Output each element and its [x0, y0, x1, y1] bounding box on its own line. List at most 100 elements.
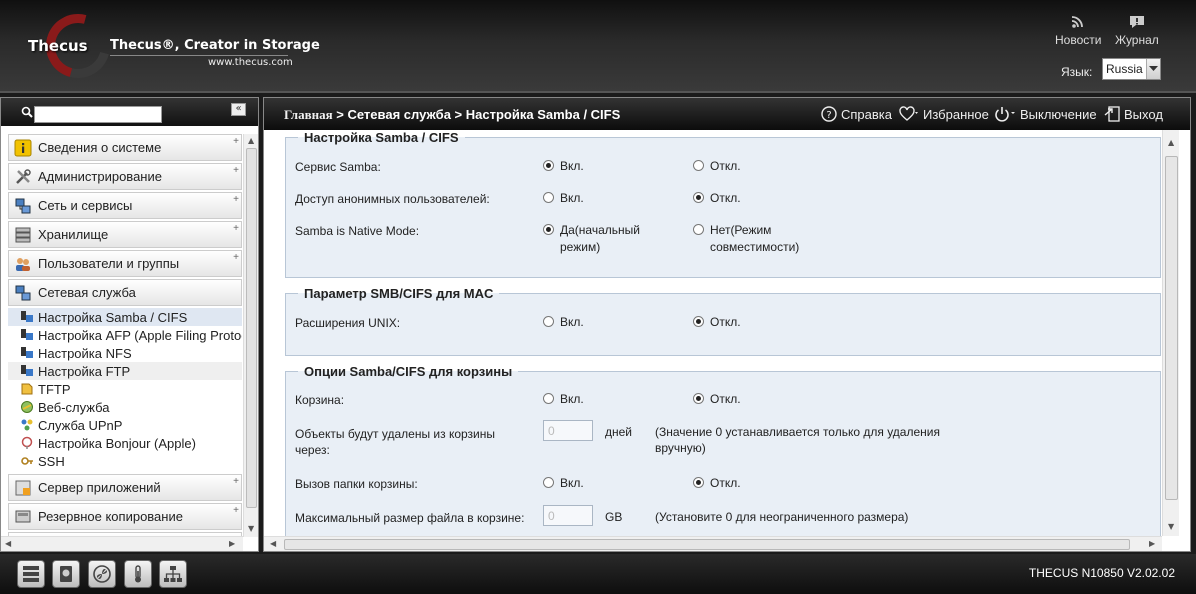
- unix-ext-on-radio[interactable]: Вкл.: [543, 314, 584, 331]
- content-vertical-scrollbar[interactable]: ▲ ▼: [1162, 130, 1179, 536]
- expand-icon: +: [233, 505, 239, 516]
- chevron-down-icon[interactable]: [1145, 59, 1160, 79]
- sidebar-item-web[interactable]: Веб-служба: [8, 398, 242, 416]
- sidebar-item-samba[interactable]: Настройка Samba / CIFS: [8, 308, 242, 326]
- sidebar-horizontal-scrollbar[interactable]: ◀ ▶: [1, 536, 243, 551]
- radio-selected[interactable]: [693, 477, 704, 488]
- logout-button[interactable]: Выход: [1104, 106, 1163, 122]
- menu-category-label: Резервное копирование: [38, 509, 183, 524]
- scroll-down-arrow-icon[interactable]: ▼: [1168, 522, 1174, 531]
- speech-bubble-icon: [1129, 16, 1144, 28]
- fan-button[interactable]: [88, 560, 116, 588]
- scroll-up-arrow-icon[interactable]: ▲: [248, 136, 254, 145]
- header-bar: Thecus Thecus®, Creator in Storage www.t…: [0, 0, 1196, 93]
- news-link[interactable]: Новости: [1055, 14, 1101, 47]
- radio-label: Откл.: [710, 159, 741, 173]
- thecus-logo: Thecus: [28, 37, 88, 55]
- radio-selected[interactable]: [543, 160, 554, 171]
- scroll-right-arrow-icon[interactable]: ▶: [1149, 539, 1155, 548]
- system-monitor-button[interactable]: [17, 560, 45, 588]
- menu-category-backup[interactable]: Резервное копирование +: [8, 503, 242, 530]
- news-label: Новости: [1055, 33, 1102, 47]
- radio-unselected[interactable]: [543, 393, 554, 404]
- recycle-folder-on-radio[interactable]: Вкл.: [543, 475, 584, 492]
- sidebar-item-label: Настройка Samba / CIFS: [38, 309, 188, 325]
- samba-service-on-radio[interactable]: Вкл.: [543, 158, 584, 175]
- samba-service-off-radio[interactable]: Откл.: [693, 158, 741, 175]
- radio-selected[interactable]: [693, 393, 704, 404]
- sidebar-vertical-scrollbar[interactable]: ▲ ▼: [243, 134, 258, 537]
- favorites-button[interactable]: Избранное: [899, 106, 989, 122]
- recycle-folder-off-radio[interactable]: Откл.: [693, 475, 741, 492]
- radio-selected[interactable]: [693, 316, 704, 327]
- settings-content: Настройка Samba / CIFS Сервис Samba: Вкл…: [264, 130, 1162, 536]
- radio-unselected[interactable]: [543, 316, 554, 327]
- collapse-sidebar-button[interactable]: «: [231, 103, 246, 116]
- fan-icon: [93, 565, 111, 583]
- menu-category-system-info[interactable]: Сведения о системе +: [8, 134, 242, 161]
- anon-access-on-radio[interactable]: Вкл.: [543, 190, 584, 207]
- search-icon: [21, 106, 33, 118]
- help-icon: ?: [821, 106, 837, 122]
- menu-category-network[interactable]: Сеть и сервисы +: [8, 192, 242, 219]
- breadcrumb-home[interactable]: Главная: [284, 107, 333, 122]
- scroll-down-arrow-icon[interactable]: ▼: [248, 524, 254, 533]
- anon-access-off-radio[interactable]: Откл.: [693, 190, 741, 207]
- sidebar-item-nfs[interactable]: Настройка NFS: [8, 344, 242, 362]
- logo-divider: [110, 55, 288, 56]
- menu-category-network-service[interactable]: Сетевая служба: [8, 279, 242, 306]
- language-value: Russia: [1106, 62, 1143, 76]
- sidebar-item-ftp[interactable]: Настройка FTP: [8, 362, 242, 380]
- radio-unselected[interactable]: [543, 477, 554, 488]
- menu-category-administration[interactable]: Администрирование +: [8, 163, 242, 190]
- max-size-input[interactable]: 0: [543, 505, 593, 526]
- language-select[interactable]: Russia: [1102, 58, 1161, 80]
- menu-category-users-groups[interactable]: Пользователи и группы +: [8, 250, 242, 277]
- recycle-on-radio[interactable]: Вкл.: [543, 391, 584, 408]
- smb-mac-rows: Расширения UNIX: Вкл. Откл.: [285, 286, 1161, 356]
- delete-after-days-input[interactable]: 0: [543, 420, 593, 441]
- scrollbar-thumb[interactable]: [284, 539, 1130, 550]
- backup-icon: [15, 510, 31, 522]
- scroll-right-arrow-icon[interactable]: ▶: [229, 539, 235, 548]
- menu-category-app-server[interactable]: Сервер приложений +: [8, 474, 242, 501]
- search-input[interactable]: [34, 106, 162, 123]
- scroll-left-arrow-icon[interactable]: ◀: [5, 539, 11, 548]
- recycle-off-radio[interactable]: Откл.: [693, 391, 741, 408]
- scroll-left-arrow-icon[interactable]: ◀: [270, 539, 276, 548]
- radio-selected[interactable]: [543, 224, 554, 235]
- users-icon: [16, 257, 30, 271]
- temperature-button[interactable]: [124, 560, 152, 588]
- menu-tree: Сведения о системе + Администрирование +…: [8, 134, 242, 537]
- sidebar-item-bonjour[interactable]: Настройка Bonjour (Apple): [8, 434, 242, 452]
- scrollbar-thumb[interactable]: [246, 148, 257, 508]
- network-tree-icon: [164, 566, 182, 582]
- scroll-up-arrow-icon[interactable]: ▲: [1168, 138, 1174, 147]
- sidebar-item-upnp[interactable]: Служба UPnP: [8, 416, 242, 434]
- radio-unselected[interactable]: [543, 192, 554, 203]
- help-button[interactable]: ? Справка: [821, 106, 892, 122]
- native-mode-no-radio[interactable]: Нет(Режим совместимости): [693, 222, 813, 256]
- sidebar-item-label: Настройка Bonjour (Apple): [38, 435, 196, 451]
- sidebar-item-afp[interactable]: Настройка AFP (Apple Filing Protocol): [8, 326, 242, 344]
- radio-unselected[interactable]: [693, 160, 704, 171]
- svg-text:?: ?: [826, 110, 831, 121]
- radio-selected[interactable]: [693, 192, 704, 203]
- journal-link[interactable]: Журнал: [1115, 14, 1159, 47]
- scrollbar-thumb[interactable]: [1165, 156, 1178, 500]
- tools-icon: [16, 168, 31, 184]
- delete-after-label: Объекты будут удалены из корзины через:: [295, 427, 495, 457]
- sidebar-item-tftp[interactable]: TFTP: [8, 380, 242, 398]
- sidebar-item-ssh[interactable]: SSH: [8, 452, 242, 470]
- menu-category-storage[interactable]: Хранилище +: [8, 221, 242, 248]
- network-status-button[interactable]: [159, 560, 187, 588]
- radio-label: Вкл.: [560, 159, 584, 173]
- unix-ext-off-radio[interactable]: Откл.: [693, 314, 741, 331]
- disk-button[interactable]: [52, 560, 80, 588]
- expand-icon: +: [233, 165, 239, 176]
- content-horizontal-scrollbar[interactable]: ◀ ▶: [264, 536, 1162, 551]
- shutdown-button[interactable]: Выключение: [994, 106, 1097, 122]
- native-mode-yes-radio[interactable]: Да(начальный режим): [543, 222, 663, 256]
- nfs-icon: [21, 347, 33, 358]
- radio-unselected[interactable]: [693, 224, 704, 235]
